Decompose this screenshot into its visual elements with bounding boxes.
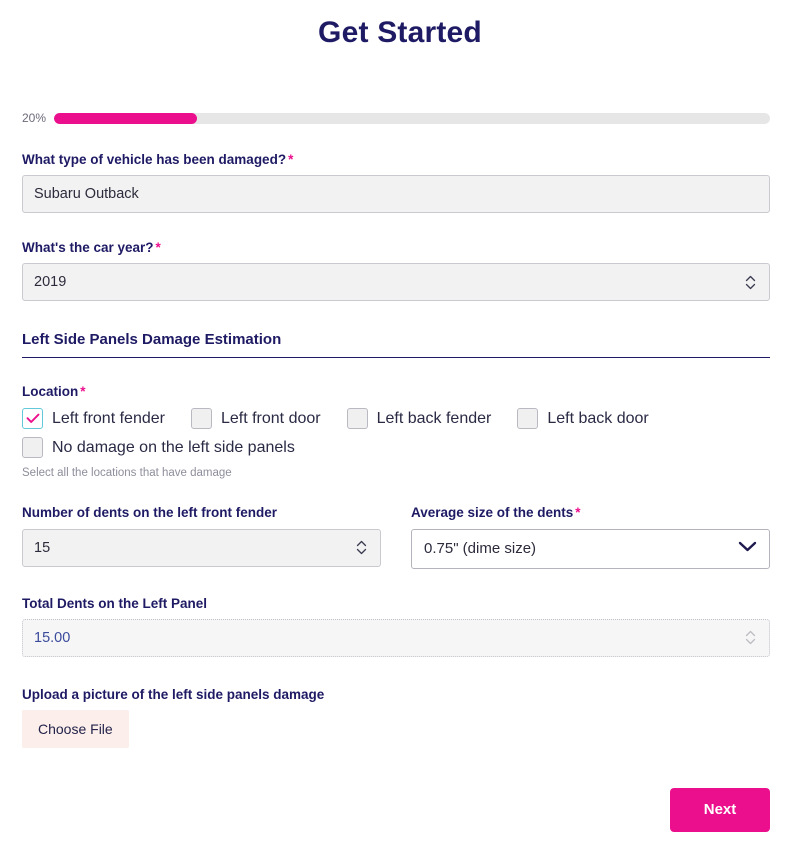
checkbox-label: Left front door <box>220 409 321 427</box>
dent-count-input[interactable]: 15 <box>22 528 381 567</box>
total-dents-value: 15.00 <box>34 629 71 646</box>
dent-size-label-text: Average size of the dents <box>411 505 574 521</box>
total-dents-label: Total Dents on the Left Panel <box>22 595 208 611</box>
checkbox-unchecked-icon[interactable] <box>22 437 43 459</box>
required-asterisk: * <box>575 505 581 521</box>
required-asterisk: * <box>155 240 161 256</box>
checkbox-label: Left back door <box>547 409 649 427</box>
checkbox-label: No damage on the left side panels <box>52 438 295 456</box>
field-location: Location * Left front fender Left front do… <box>22 384 770 479</box>
field-dent-count: Number of dents on the left front fender… <box>22 505 381 568</box>
next-button[interactable]: Next <box>670 787 770 832</box>
dents-row: Number of dents on the left front fender… <box>22 505 770 569</box>
form-body: What type of vehicle has been damaged? * … <box>22 152 770 748</box>
car-year-input[interactable]: 2019 <box>22 263 770 302</box>
field-vehicle-type: What type of vehicle has been damaged? * … <box>22 152 770 214</box>
field-total-dents: Total Dents on the Left Panel 15.00 <box>22 596 770 657</box>
number-spinner-icon <box>743 628 758 647</box>
field-dent-size: Average size of the dents * 0.75" (dime s… <box>411 505 770 569</box>
number-spinner-icon[interactable] <box>354 538 369 557</box>
form-footer: Next <box>22 787 770 832</box>
checkbox-item[interactable]: Left back door <box>517 408 649 430</box>
section-heading-left-side-panels: Left Side Panels Damage Estimation <box>22 331 770 359</box>
upload-label: Upload a picture of the left side panels… <box>22 686 325 702</box>
vehicle-type-input[interactable]: Subaru Outback <box>22 175 770 214</box>
location-label-text: Location <box>22 384 79 400</box>
checkbox-unchecked-icon[interactable] <box>517 408 539 430</box>
checkbox-unchecked-icon[interactable] <box>346 408 368 430</box>
location-checkbox-group: Left front fender Left front door Left bac… <box>22 408 770 459</box>
dent-size-label: Average size of the dents * <box>411 505 770 521</box>
total-dents-input: 15.00 <box>22 618 770 657</box>
checkbox-item[interactable]: Left front fender <box>22 408 165 430</box>
number-spinner-icon[interactable] <box>743 273 758 292</box>
vehicle-type-label: What type of vehicle has been damaged? * <box>22 152 770 168</box>
field-car-year: What's the car year? * 2019 <box>22 240 770 302</box>
car-year-label-text: What's the car year? <box>22 240 154 256</box>
progress-fill <box>54 112 198 124</box>
location-help-text: Select all the locations that have damag… <box>22 467 232 480</box>
checkbox-checked-icon[interactable] <box>22 408 43 430</box>
car-year-value: 2019 <box>34 274 67 291</box>
checkbox-label: Left front fender <box>52 409 165 427</box>
required-asterisk: * <box>80 384 86 400</box>
location-checkbox-row-2: No damage on the left side panels <box>22 437 770 459</box>
checkbox-item[interactable]: No damage on the left side panels <box>22 437 295 459</box>
dent-size-select[interactable]: 0.75" (dime size) <box>411 528 770 569</box>
dent-size-value: 0.75" (dime size) <box>424 540 537 558</box>
location-checkbox-row-1: Left front fender Left front door Left bac… <box>22 408 770 430</box>
required-asterisk: * <box>288 152 294 167</box>
checkbox-item[interactable]: Left back fender <box>346 408 492 430</box>
location-label: Location * <box>22 384 770 399</box>
page-title: Get Started <box>318 16 482 49</box>
chevron-down-icon <box>738 540 757 557</box>
choose-file-button[interactable]: Choose File <box>22 709 129 748</box>
vehicle-type-label-text: What type of vehicle has been damaged? <box>22 152 287 167</box>
checkbox-item[interactable]: Left front door <box>190 408 321 430</box>
car-year-label: What's the car year? * <box>22 240 770 256</box>
get-started-form-page: Get Started 20% What type of vehicle has… <box>0 0 800 850</box>
dent-count-value: 15 <box>34 539 51 556</box>
progress-percent-label: 20% <box>22 111 47 125</box>
progress-track <box>54 112 770 124</box>
checkbox-unchecked-icon[interactable] <box>190 408 212 430</box>
vehicle-type-value: Subaru Outback <box>34 186 139 203</box>
field-upload: Upload a picture of the left side panels… <box>22 687 770 748</box>
checkbox-label: Left back fender <box>376 409 492 427</box>
progress-bar: 20% <box>22 111 770 125</box>
dent-count-label: Number of dents on the left front fender <box>22 505 277 521</box>
